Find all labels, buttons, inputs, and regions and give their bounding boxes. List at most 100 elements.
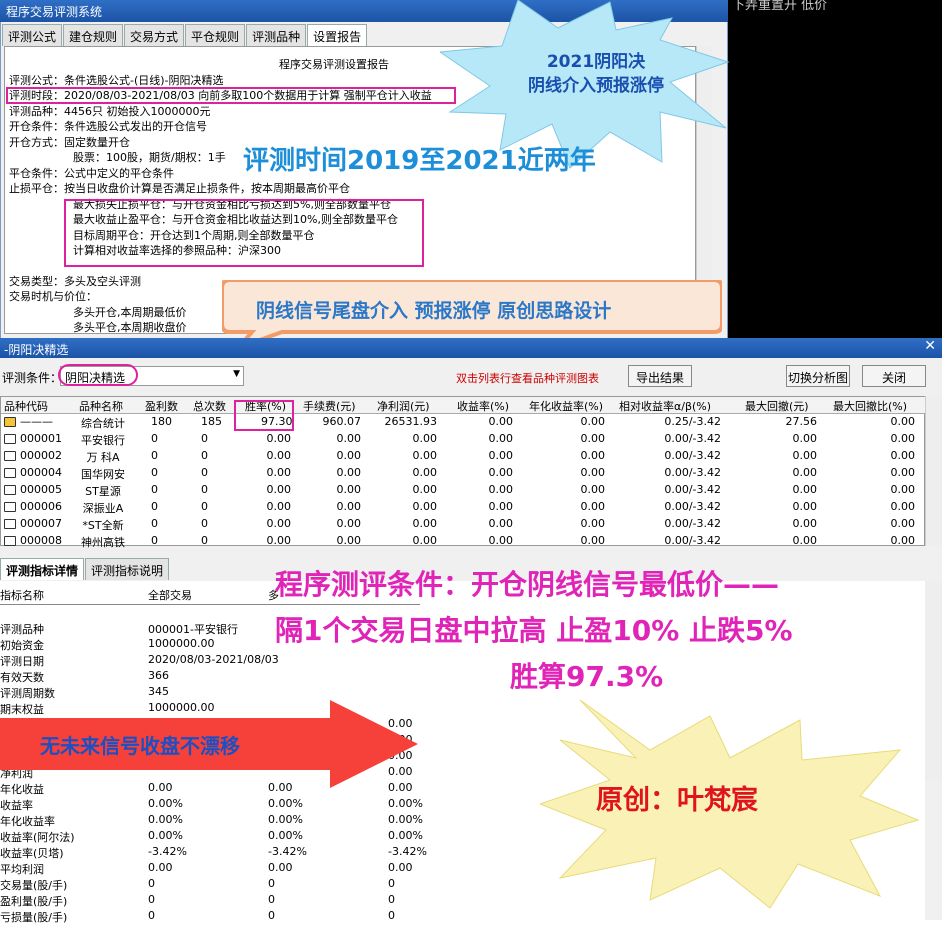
detail-header: 指标名称	[0, 589, 44, 602]
table-cell: 0.00	[890, 432, 916, 445]
table-cell: 000007	[20, 517, 62, 530]
results-titlebar: -阴阳决精选	[0, 338, 942, 358]
table-cell: 0.00	[488, 483, 514, 496]
table-cell: 0.00	[412, 500, 438, 513]
tab-explain[interactable]: 评测指标说明	[85, 558, 170, 580]
table-cell: 000001	[20, 432, 62, 445]
results-table[interactable]: 品种代码 品种名称 盈利数 总次数 胜率(%) 手续费(元) 净利润(元) 收益…	[0, 396, 926, 549]
table-cell: 0.00	[792, 449, 818, 462]
table-cell: 0.00/-3.42	[664, 517, 721, 530]
switch-chart-button[interactable]: 切换分析图	[786, 365, 850, 387]
table-cell: 0.00	[890, 449, 916, 462]
settings-tabs: 评测公式 建仓规则 交易方式 平仓规则 评测品种 设置报告	[2, 24, 368, 46]
tab-symbols[interactable]: 评测品种	[246, 24, 307, 46]
col-header[interactable]: 最大回撤(元)	[745, 398, 809, 414]
detail-cell: -3.42%	[148, 845, 187, 858]
table-cell: 0	[201, 534, 208, 547]
chart-background	[728, 0, 942, 340]
detail-cell: 评测日期	[0, 655, 44, 668]
table-cell: 0.00	[580, 449, 606, 462]
table-cell: 0.00/-3.42	[664, 500, 721, 513]
detail-cell: 0.00%	[388, 829, 423, 842]
col-header[interactable]: 年化收益率(%)	[529, 398, 603, 414]
table-cell: 0	[151, 449, 158, 462]
detail-cell: 0.00	[268, 861, 293, 874]
export-button[interactable]: 导出结果	[628, 365, 692, 387]
highlight-oval	[58, 364, 138, 386]
close-icon[interactable]: ✕	[924, 338, 936, 354]
table-cell: 000004	[20, 466, 62, 479]
col-header[interactable]: 总次数	[193, 398, 226, 414]
overlay-conditions-line2: 隔1个交易日盘中拉高 止盈10% 止跌5%	[275, 614, 793, 647]
table-cell: 0	[151, 432, 158, 445]
col-header[interactable]: 收益率(%)	[457, 398, 509, 414]
table-cell: 0.00	[792, 432, 818, 445]
detail-cell: 0	[268, 877, 275, 890]
detail-cell: 0	[268, 909, 275, 922]
table-cell: 0.00	[336, 517, 362, 530]
table-cell: 0.00	[488, 466, 514, 479]
tab-open-rules[interactable]: 建仓规则	[63, 24, 124, 46]
table-cell: 0.00	[488, 517, 514, 530]
detail-cell: 2020/08/03-2021/08/03	[148, 653, 279, 666]
table-cell: 国华网安	[81, 468, 125, 481]
table-cell: 0.00	[266, 534, 292, 547]
table-cell: 0.00	[890, 517, 916, 530]
author-text: 原创：叶梵宸	[596, 785, 758, 816]
table-row[interactable]: 000004 国华网安 0 0 0.00 0.00 0.00 0.00 0.00 0.00/-3.…	[1, 465, 926, 482]
table-cell: 0.00	[412, 534, 438, 547]
detail-cell: 366	[148, 669, 169, 682]
highlight-box	[64, 199, 424, 267]
results-title: -阴阳决精选	[4, 343, 69, 357]
detail-cell: 345	[148, 685, 169, 698]
table-cell: 0.00	[792, 500, 818, 513]
table-row[interactable]: 000006 深振业A 0 0 0.00 0.00 0.00 0.00 0.00 0.00/-3.…	[1, 499, 926, 516]
table-cell: 0.00	[266, 483, 292, 496]
table-row[interactable]: 000001 平安银行 0 0 0.00 0.00 0.00 0.00 0.00 0.00/-3.…	[1, 431, 926, 448]
detail-cell: -3.42%	[388, 845, 427, 858]
table-row[interactable]: ——— 综合统计 180 185 97.30 960.07 26531.93 0.00 0.00…	[1, 414, 926, 431]
table-row[interactable]: 000007 *ST全新 0 0 0.00 0.00 0.00 0.00 0.00 0.00/-3…	[1, 516, 926, 533]
table-cell: 0.00/-3.42	[664, 466, 721, 479]
table-cell: 0.00	[890, 415, 916, 428]
scrollbar[interactable]	[925, 396, 942, 546]
table-cell: 960.07	[322, 415, 362, 428]
table-cell: 0	[151, 534, 158, 547]
col-header[interactable]: 手续费(元)	[303, 398, 356, 414]
close-button[interactable]: 关闭	[862, 365, 926, 387]
table-row[interactable]: 000005 ST星源 0 0 0.00 0.00 0.00 0.00 0.00 0.00/-3.…	[1, 482, 926, 499]
detail-cell: 亏损量(股/手)	[0, 911, 68, 924]
detail-cell: 1000000.00	[148, 637, 215, 650]
table-cell: 0	[201, 432, 208, 445]
folder-icon	[4, 434, 16, 444]
tab-report[interactable]: 设置报告	[307, 24, 368, 46]
table-cell: 0.00	[412, 449, 438, 462]
col-header[interactable]: 相对收益率α/β(%)	[619, 398, 711, 414]
chart-text: 下弄重置开 低价	[732, 0, 828, 13]
tab-trade-mode[interactable]: 交易方式	[124, 24, 185, 46]
col-header[interactable]: 最大回撤比(%)	[833, 398, 907, 414]
table-row[interactable]: 000008 神州高铁 0 0 0.00 0.00 0.00 0.00 0.00 0.00/-3.…	[1, 533, 926, 550]
table-cell: 0	[201, 500, 208, 513]
tab-close-rules[interactable]: 平仓规则	[185, 24, 246, 46]
table-row[interactable]: 000002 万 科A 0 0 0.00 0.00 0.00 0.00 0.00 0.00/-3.…	[1, 448, 926, 465]
table-cell: 0.25/-3.42	[664, 415, 721, 428]
table-cell: 0.00	[336, 466, 362, 479]
col-header[interactable]: 品种名称	[79, 398, 123, 414]
table-cell: 27.56	[785, 415, 818, 428]
table-cell: 神州高铁	[81, 536, 125, 549]
tab-detail[interactable]: 评测指标详情	[0, 558, 85, 580]
scrollbar[interactable]	[925, 581, 942, 781]
detail-cell: 0	[268, 893, 275, 906]
folder-icon	[4, 468, 16, 478]
col-header[interactable]: 品种代码	[4, 398, 48, 414]
table-cell: 0.00	[488, 449, 514, 462]
col-header[interactable]: 盈利数	[145, 398, 178, 414]
detail-cell: 0.00%	[268, 813, 303, 826]
table-cell: 000002	[20, 449, 62, 462]
tab-formula[interactable]: 评测公式	[2, 24, 63, 46]
table-cell: 0.00	[266, 466, 292, 479]
table-cell: 0.00	[266, 432, 292, 445]
col-header[interactable]: 净利润(元)	[377, 398, 430, 414]
detail-cell: 盈利量(股/手)	[0, 895, 68, 908]
